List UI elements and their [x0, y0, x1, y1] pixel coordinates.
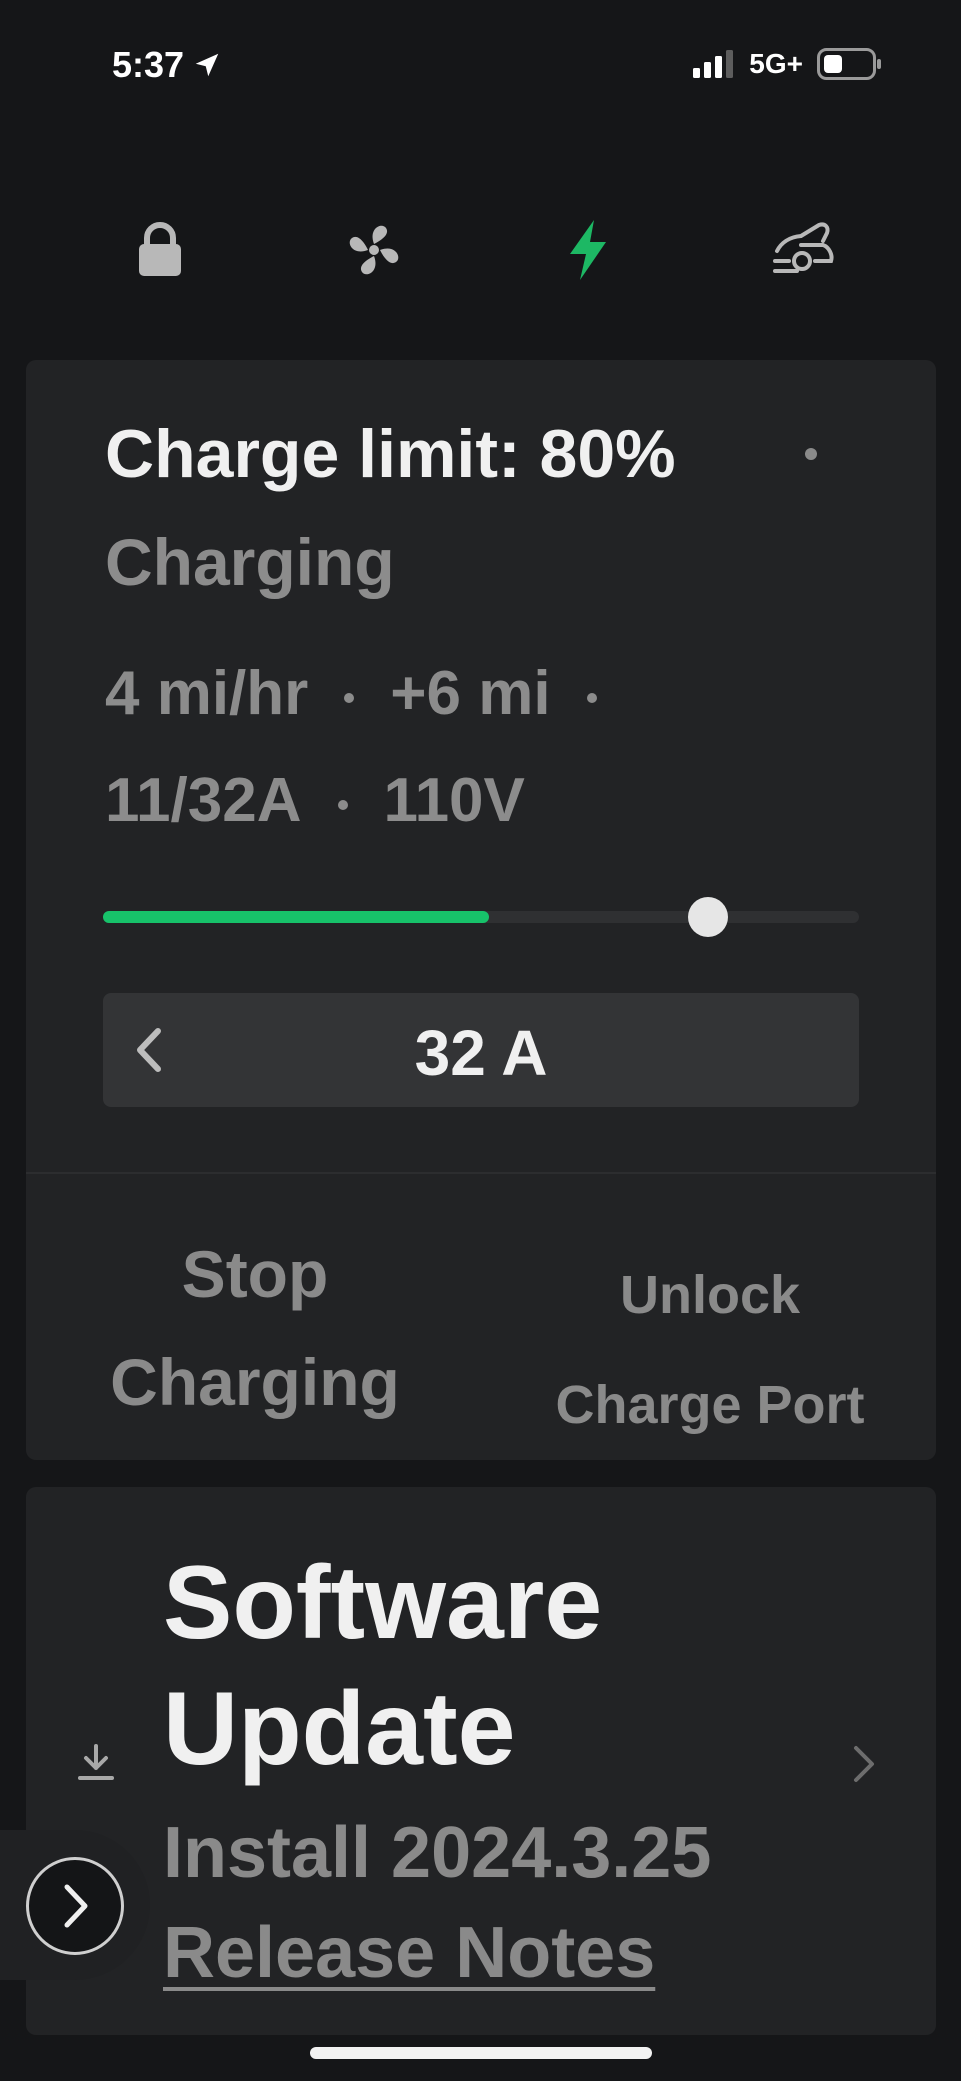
title-separator-dot	[805, 448, 817, 460]
stop-charging-label-2: Charging	[110, 1345, 400, 1419]
charge-current: 11/32A	[105, 766, 302, 835]
charging-rate-row: 4 mi/hr +6 mi	[105, 658, 633, 729]
software-update-title-line2: Update	[163, 1671, 516, 1787]
range-added: +6 mi	[390, 659, 551, 728]
charge-voltage: 110V	[383, 766, 525, 835]
charge-limit-slider-thumb[interactable]	[687, 897, 728, 937]
charge-limit-title: Charge limit: 80%	[105, 416, 676, 492]
unlock-label-1: Unlock	[619, 1265, 801, 1325]
unlock-label-2: Charge Port	[555, 1375, 865, 1435]
charging-power-row: 11/32A 110V	[105, 765, 525, 836]
stop-charging-button[interactable]: Stop Charging	[60, 1220, 450, 1436]
nav-controls[interactable]	[764, 220, 844, 280]
home-indicator[interactable]	[310, 2047, 652, 2059]
battery-level-fill	[103, 911, 489, 923]
charging-state: Charging	[105, 525, 395, 599]
location-arrow-icon	[195, 53, 219, 77]
status-indicators: 5G+	[693, 48, 883, 80]
battery-icon	[817, 48, 881, 80]
download-icon	[78, 1744, 114, 1780]
separator-dot	[586, 692, 597, 703]
car-icon	[773, 222, 834, 273]
signal-icon	[693, 50, 734, 78]
chevron-right-icon[interactable]	[848, 1742, 878, 1786]
network-label: 5G+	[749, 48, 803, 79]
nav-charging[interactable]	[548, 220, 628, 280]
status-time: 5:37	[112, 44, 222, 86]
card-divider	[26, 1172, 936, 1174]
nav-lock[interactable]	[120, 220, 200, 280]
charge-rate: 4 mi/hr	[105, 659, 309, 728]
lock-icon	[139, 222, 181, 276]
chevron-right-icon	[64, 1884, 88, 1928]
bolt-icon	[570, 220, 606, 280]
expand-button[interactable]	[26, 1857, 124, 1955]
amperage-value: 32 A	[414, 1017, 548, 1089]
separator-dot	[337, 799, 348, 810]
software-update-title: Software Update	[163, 1540, 602, 1792]
install-version-text: Install 2024.3.25	[163, 1813, 712, 1893]
nav-climate[interactable]	[334, 220, 414, 280]
fan-icon	[349, 225, 399, 275]
status-time-text: 5:37	[112, 44, 185, 85]
software-update-title-line1: Software	[163, 1545, 603, 1661]
release-notes-link[interactable]: Release Notes	[163, 1912, 655, 1994]
separator-dot	[344, 692, 355, 703]
unlock-charge-port-button[interactable]: Unlock Charge Port	[500, 1240, 920, 1460]
stop-charging-label-1: Stop	[181, 1237, 329, 1311]
